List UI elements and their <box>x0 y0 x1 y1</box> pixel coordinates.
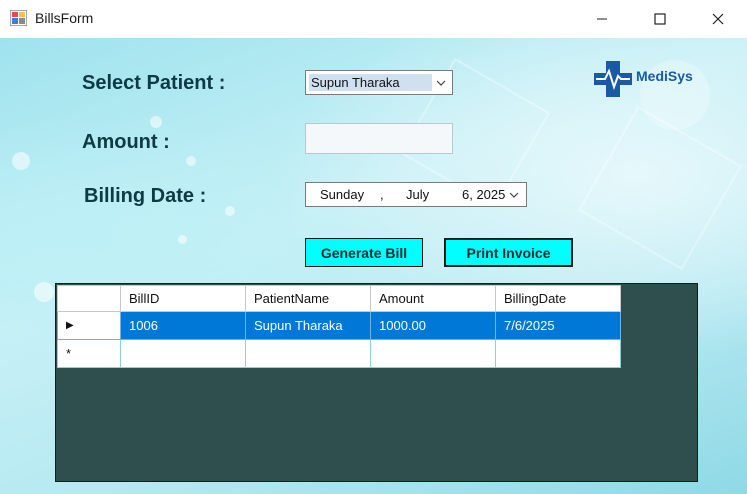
amount-input[interactable] <box>305 123 453 154</box>
bills-datagrid[interactable]: BillID PatientName Amount BillingDate ▶ … <box>55 283 698 482</box>
cell-billingdate[interactable]: 7/6/2025 <box>495 311 621 340</box>
cell-billid[interactable]: 1006 <box>120 311 246 340</box>
date-separator: , <box>380 187 384 202</box>
grid-corner-header <box>57 285 121 312</box>
select-patient-label: Select Patient : <box>82 72 226 94</box>
chevron-down-icon[interactable] <box>507 188 521 202</box>
bokeh-decoration <box>12 152 30 170</box>
bokeh-decoration <box>225 206 235 216</box>
amount-label: Amount : <box>82 131 170 153</box>
logo-text: MediSys <box>636 68 693 84</box>
billing-date-label: Billing Date : <box>84 185 207 207</box>
medical-cross-icon <box>594 61 632 97</box>
generate-bill-button[interactable]: Generate Bill <box>305 238 423 267</box>
print-invoice-button[interactable]: Print Invoice <box>444 238 573 267</box>
current-row-marker[interactable]: ▶ <box>57 311 121 340</box>
close-button[interactable] <box>689 0 747 38</box>
bokeh-decoration <box>186 156 196 166</box>
maximize-button[interactable] <box>631 0 689 38</box>
new-table-row[interactable]: * <box>57 339 621 368</box>
bokeh-decoration <box>178 235 187 244</box>
hex-decoration <box>578 106 742 270</box>
close-icon <box>712 13 724 25</box>
cell-patientname[interactable]: Supun Tharaka <box>245 311 371 340</box>
bokeh-decoration <box>150 116 162 128</box>
column-header-billid[interactable]: BillID <box>120 285 246 312</box>
patient-combobox[interactable]: Supun Tharaka <box>305 70 453 95</box>
new-cell-billid[interactable] <box>120 339 246 368</box>
column-header-billingdate[interactable]: BillingDate <box>495 285 621 312</box>
medisys-logo: MediSys <box>592 59 696 99</box>
date-weekday: Sunday <box>320 187 365 202</box>
patient-selected-value: Supun Tharaka <box>309 74 432 91</box>
column-header-amount[interactable]: Amount <box>370 285 496 312</box>
bokeh-decoration <box>34 282 54 302</box>
chevron-down-icon[interactable] <box>434 76 448 90</box>
maximize-icon <box>654 13 666 25</box>
billing-date-picker[interactable]: Sunday , July 6, 2025 <box>305 182 527 207</box>
app-icon <box>10 10 27 26</box>
date-day-year: 6, 2025 <box>462 187 506 202</box>
minimize-button[interactable] <box>573 0 631 38</box>
new-cell-patientname[interactable] <box>245 339 371 368</box>
grid-header-row: BillID PatientName Amount BillingDate <box>57 285 621 312</box>
window-title: BillsForm <box>35 10 94 26</box>
new-row-marker[interactable]: * <box>57 339 121 368</box>
column-header-patientname[interactable]: PatientName <box>245 285 371 312</box>
cell-amount[interactable]: 1000.00 <box>370 311 496 340</box>
table-row[interactable]: ▶ 1006 Supun Tharaka 1000.00 7/6/2025 <box>57 311 621 340</box>
title-bar: BillsForm <box>0 0 747 38</box>
minimize-icon <box>597 18 607 20</box>
date-month: July <box>406 187 430 202</box>
new-cell-billingdate[interactable] <box>495 339 621 368</box>
form-client-area: Select Patient : Amount : Billing Date :… <box>0 38 747 494</box>
new-cell-amount[interactable] <box>370 339 496 368</box>
